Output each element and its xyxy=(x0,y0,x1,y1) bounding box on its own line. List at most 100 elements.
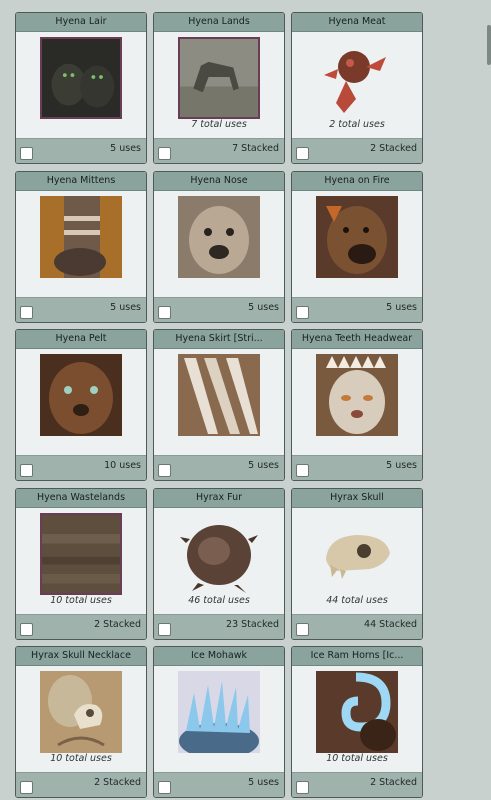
total-uses: 10 total uses xyxy=(326,753,388,764)
item-title: Hyena Skirt [Stri... xyxy=(154,330,284,349)
usage-count: 10 uses xyxy=(104,460,141,471)
select-checkbox[interactable] xyxy=(20,464,33,477)
scrollbar-thumb[interactable] xyxy=(487,25,491,65)
item-footer: 5 uses xyxy=(154,772,284,797)
item-card[interactable]: Ice Mohawk 5 uses xyxy=(153,646,285,798)
item-title: Hyena Pelt xyxy=(16,330,146,349)
item-footer: 10 uses xyxy=(16,455,146,480)
usage-count: 5 uses xyxy=(248,777,279,788)
select-checkbox[interactable] xyxy=(296,147,309,160)
item-title: Hyrax Fur xyxy=(154,488,284,508)
usage-count: 5 uses xyxy=(248,301,279,313)
item-title: Hyena Teeth Headwear xyxy=(292,330,422,349)
hyrax-skull-necklace-icon[interactable] xyxy=(40,671,122,753)
hyena-on-fire-icon[interactable] xyxy=(316,195,398,278)
hyena-meat-icon[interactable] xyxy=(316,37,398,119)
hyena-pelt-icon[interactable] xyxy=(40,354,122,436)
select-checkbox[interactable] xyxy=(158,305,171,319)
item-footer: 2 Stacked xyxy=(16,772,146,797)
usage-count: 5 uses xyxy=(386,460,417,471)
hyrax-fur-icon[interactable] xyxy=(178,512,260,595)
item-card[interactable]: Hyena Meat 2 total uses 2 Stacked xyxy=(291,12,423,164)
hyena-teeth-headwear-icon[interactable] xyxy=(316,354,398,436)
hyena-nose-icon[interactable] xyxy=(178,195,260,278)
select-checkbox[interactable] xyxy=(296,305,309,319)
item-card[interactable]: Hyena Teeth Headwear 5 uses xyxy=(291,329,423,481)
total-uses: 7 total uses xyxy=(191,119,247,130)
item-footer: 23 Stacked xyxy=(154,613,284,639)
select-checkbox[interactable] xyxy=(20,781,33,794)
item-title: Hyena Mittens xyxy=(16,171,146,191)
usage-count: 5 uses xyxy=(248,460,279,471)
item-footer: 5 uses xyxy=(16,138,146,163)
total-uses: 46 total uses xyxy=(188,594,250,606)
item-card[interactable]: Hyena Wastelands 10 total uses 2 Stacked xyxy=(15,487,147,640)
total-uses: 10 total uses xyxy=(50,753,112,764)
ice-mohawk-icon[interactable] xyxy=(178,671,260,753)
hyena-skirt-icon[interactable] xyxy=(178,354,260,436)
select-checkbox[interactable] xyxy=(158,622,171,636)
select-checkbox[interactable] xyxy=(158,781,171,794)
hyena-lands-icon[interactable] xyxy=(178,37,260,119)
select-checkbox[interactable] xyxy=(158,464,171,477)
item-title: Hyrax Skull Necklace xyxy=(16,647,146,666)
select-checkbox[interactable] xyxy=(296,622,309,636)
item-card[interactable]: Hyrax Fur 46 total uses 23 Stacked xyxy=(153,487,285,640)
scrollbar[interactable] xyxy=(486,0,491,800)
usage-count: 2 Stacked xyxy=(370,143,417,154)
item-card[interactable]: Hyena Mittens 5 uses xyxy=(15,170,147,323)
hyrax-skull-icon[interactable] xyxy=(316,512,398,595)
item-card[interactable]: Hyrax Skull Necklace 10 total uses 2 Stack… xyxy=(15,646,147,798)
usage-count: 2 Stacked xyxy=(94,777,141,788)
item-card[interactable]: Hyena Lands 7 total uses 7 Stacked xyxy=(153,12,285,164)
hyena-mittens-icon[interactable] xyxy=(40,195,122,278)
item-footer: 2 Stacked xyxy=(16,613,146,639)
select-checkbox[interactable] xyxy=(20,622,33,636)
item-title: Hyena Lair xyxy=(16,13,146,32)
usage-count: 5 uses xyxy=(386,301,417,313)
item-footer: 5 uses xyxy=(16,296,146,322)
item-card[interactable]: Hyena Skirt [Stri... 5 uses xyxy=(153,329,285,481)
usage-count: 2 Stacked xyxy=(94,618,141,630)
item-title: Hyena Meat xyxy=(292,13,422,32)
item-footer: 2 Stacked xyxy=(292,772,422,797)
total-uses: 10 total uses xyxy=(50,594,112,606)
item-footer: 5 uses xyxy=(292,455,422,480)
usage-count: 23 Stacked xyxy=(226,618,279,630)
ice-ram-horns-icon[interactable] xyxy=(316,671,398,753)
select-checkbox[interactable] xyxy=(158,147,171,160)
hyena-wastelands-icon[interactable] xyxy=(40,512,122,595)
select-checkbox[interactable] xyxy=(296,464,309,477)
item-card[interactable]: Hyena Pelt 10 uses xyxy=(15,329,147,481)
total-uses: 2 total uses xyxy=(329,119,385,130)
item-card[interactable]: Hyena Lair 5 uses xyxy=(15,12,147,164)
item-title: Hyena Lands xyxy=(154,13,284,32)
usage-count: 44 Stacked xyxy=(364,618,417,630)
item-title: Ice Ram Horns [Ic... xyxy=(292,647,422,666)
select-checkbox[interactable] xyxy=(20,147,33,160)
item-card[interactable]: Ice Ram Horns [Ic... 10 total uses 2 Stack… xyxy=(291,646,423,798)
item-title: Hyena on Fire xyxy=(292,171,422,191)
item-footer: 5 uses xyxy=(292,296,422,322)
item-footer: 2 Stacked xyxy=(292,138,422,163)
item-card[interactable]: Hyrax Skull 44 total uses 44 Stacked xyxy=(291,487,423,640)
item-card[interactable]: Hyena Nose 5 uses xyxy=(153,170,285,323)
usage-count: 5 uses xyxy=(110,301,141,313)
item-grid: Hyena Lair 5 uses Hyena Lands 7 total uses 7… xyxy=(15,12,423,798)
total-uses: 44 total uses xyxy=(326,594,388,606)
usage-count: 2 Stacked xyxy=(370,777,417,788)
item-footer: 44 Stacked xyxy=(292,613,422,639)
item-footer: 5 uses xyxy=(154,296,284,322)
usage-count: 5 uses xyxy=(110,143,141,154)
item-footer: 7 Stacked xyxy=(154,138,284,163)
item-title: Hyena Wastelands xyxy=(16,488,146,508)
item-card[interactable]: Hyena on Fire 5 uses xyxy=(291,170,423,323)
item-footer: 5 uses xyxy=(154,455,284,480)
item-title: Ice Mohawk xyxy=(154,647,284,666)
select-checkbox[interactable] xyxy=(296,781,309,794)
usage-count: 7 Stacked xyxy=(232,143,279,154)
select-checkbox[interactable] xyxy=(20,305,33,319)
item-title: Hyrax Skull xyxy=(292,488,422,508)
item-title: Hyena Nose xyxy=(154,171,284,191)
hyena-lair-icon[interactable] xyxy=(40,37,122,119)
